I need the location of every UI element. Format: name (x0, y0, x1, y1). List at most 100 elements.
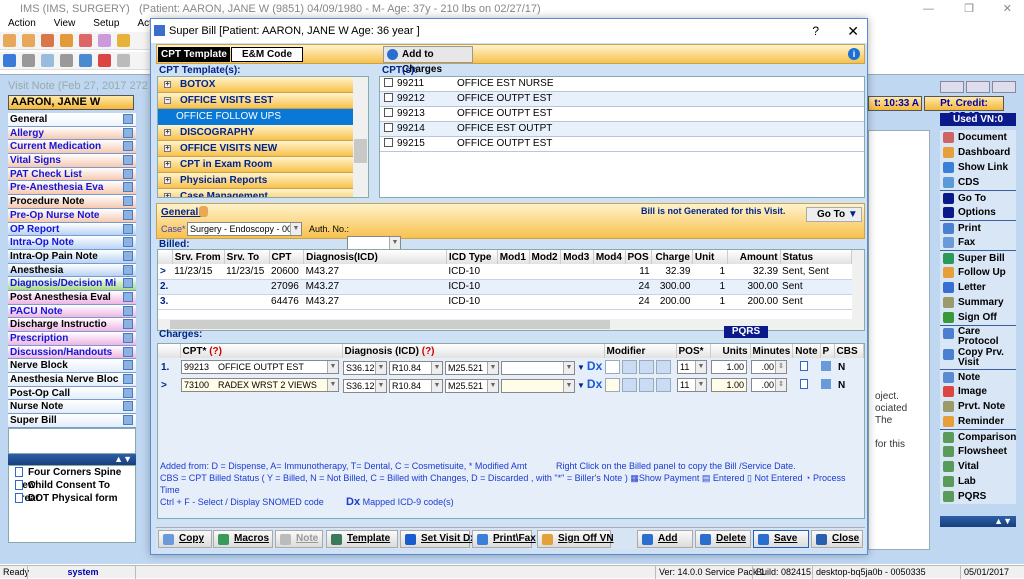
action-cds[interactable]: CDS (940, 175, 1016, 190)
nav-scroll-arrows[interactable]: ▲▼ (8, 453, 136, 465)
cpt-checkbox[interactable] (384, 108, 393, 117)
section-item[interactable]: Current Medication (8, 140, 136, 155)
goto-button[interactable]: Go To ▼ (806, 207, 862, 222)
section-item[interactable]: Diagnosis/Decision Mi (8, 277, 136, 291)
minutes-stepper[interactable]: .00 ⇕ (751, 378, 787, 392)
edit-section-icon[interactable] (123, 168, 133, 179)
patient-icon[interactable] (3, 34, 16, 47)
add-button[interactable]: Add (637, 530, 693, 548)
delete-button[interactable]: Delete (695, 530, 751, 548)
action-document[interactable]: Document (940, 130, 1016, 145)
expand-icon[interactable]: + (164, 129, 171, 136)
cpt-item[interactable]: 99215 OFFICE OUTPT EST (380, 137, 864, 152)
menu-view[interactable]: View (54, 18, 76, 29)
copy-button[interactable]: Copy (158, 530, 212, 548)
edit-section-icon[interactable] (123, 319, 133, 330)
section-item[interactable]: Procedure Note (8, 195, 136, 209)
edit-section-icon[interactable] (123, 114, 133, 124)
form-item[interactable]: DOT Physical form (9, 492, 135, 505)
diagnosis-select[interactable]: M25.521 ▼ (445, 360, 499, 375)
edit-note-icon[interactable] (41, 54, 54, 67)
payment-icon[interactable] (821, 378, 832, 389)
section-item[interactable]: Nurse Note (8, 400, 136, 415)
spinner-icon[interactable]: ⇕ (775, 361, 786, 373)
nav-scroll-arrows[interactable]: ▲▼ (940, 516, 1016, 527)
note-document-icon[interactable] (799, 360, 808, 371)
set-visit-dx-button[interactable]: Set Visit Dx (400, 530, 476, 548)
cpt-checkbox[interactable] (384, 93, 393, 102)
diagnosis-select[interactable]: R10.84 ▼ (389, 360, 443, 375)
cpt-item[interactable]: 99212 OFFICE OUTPT EST (380, 92, 864, 107)
action-sign-off[interactable]: Sign Off (940, 310, 1016, 325)
vertical-scrollbar[interactable] (852, 250, 864, 320)
section-item[interactable]: Discussion/Handouts (8, 345, 136, 360)
section-item[interactable]: Pre-Op Nurse Note (8, 208, 136, 223)
note-text-area[interactable]: oject. ociated The for this (868, 130, 930, 550)
edit-section-icon[interactable] (123, 223, 133, 234)
cpt-checkbox[interactable] (384, 138, 393, 147)
diagnosis-select[interactable]: S36.122S ▼ (343, 360, 387, 375)
heart-icon[interactable] (98, 54, 111, 67)
units-input[interactable]: 1.00 (711, 360, 747, 374)
action-show-link[interactable]: Show Link (940, 160, 1016, 175)
user-check-icon[interactable] (41, 34, 54, 47)
template-item[interactable]: − OFFICE VISITS EST (158, 93, 368, 109)
triangle-down-icon[interactable]: ▼ (577, 363, 585, 372)
form-item[interactable]: Child Consent To Treat (9, 479, 135, 504)
billed-col-header[interactable]: Amount (727, 250, 781, 264)
add-to-charges-button[interactable]: Add to Charges (383, 46, 473, 75)
folder-icon[interactable] (60, 34, 73, 47)
remove-icon[interactable] (60, 54, 73, 67)
section-item[interactable]: Post Anesthesia Eval (8, 290, 136, 305)
printer-icon[interactable] (79, 54, 92, 67)
edit-section-icon[interactable] (123, 264, 133, 275)
edit-section-icon[interactable] (123, 360, 133, 371)
print-fax-button[interactable]: Print\Fax (472, 530, 536, 548)
diagnosis-select[interactable]: ▼ (501, 378, 575, 393)
action-options[interactable]: Options (940, 205, 1016, 220)
billed-row[interactable]: 2. 27096 M43.27 ICD-10 24 300.00 1 300.00 Sent (158, 279, 852, 295)
open-icon[interactable] (3, 54, 16, 67)
cpt-checkbox[interactable] (384, 123, 393, 132)
section-item[interactable]: Super Bill (8, 414, 136, 428)
section-item[interactable]: Post-Op Call (8, 386, 136, 401)
billed-col-header[interactable]: POS (625, 250, 653, 264)
section-item[interactable]: Intra-Op Note (8, 236, 136, 250)
billed-col-header[interactable]: Srv. From (172, 250, 225, 264)
cpt-select[interactable]: 73100 RADEX WRST 2 VIEWS ▼ (181, 378, 339, 392)
maximize-icon[interactable] (966, 81, 990, 93)
payment-icon[interactable] (821, 360, 832, 371)
modifier-input[interactable] (605, 378, 620, 392)
modifier-input[interactable] (605, 360, 620, 374)
cpt-item[interactable]: 99211 OFFICE EST NURSE (380, 77, 864, 92)
cpt-item[interactable]: 99214 OFFICE EST OUTPT (380, 122, 864, 137)
action-print[interactable]: Print (940, 220, 1016, 235)
action-fax[interactable]: Fax (940, 235, 1016, 250)
edit-section-icon[interactable] (123, 250, 133, 261)
modifier-input[interactable] (639, 378, 654, 392)
edit-section-icon[interactable] (123, 141, 133, 152)
expand-icon[interactable]: + (164, 161, 171, 168)
minimize-icon[interactable] (940, 81, 964, 93)
case-select[interactable]: Surgery - Endoscopy - 0001 ▼ (187, 222, 302, 236)
section-item[interactable]: Anesthesia Nerve Bloc (8, 373, 136, 387)
edit-section-icon[interactable] (123, 401, 133, 412)
action-lab[interactable]: Lab (940, 474, 1016, 489)
macros-button[interactable]: Macros (213, 530, 273, 548)
edit-section-icon[interactable] (123, 333, 133, 343)
action-letter[interactable]: Letter (940, 280, 1016, 295)
billed-col-header[interactable]: Mod1 (497, 250, 530, 264)
diagnosis-select[interactable]: M25.521 ▼ (445, 378, 499, 393)
edit-section-icon[interactable] (123, 182, 133, 193)
report-icon[interactable] (98, 34, 111, 47)
template-scrollbar[interactable] (353, 77, 368, 197)
action-go-to[interactable]: Go To (940, 190, 1016, 205)
tab-em-code[interactable]: E&M Code (231, 47, 303, 62)
first-icon[interactable] (117, 54, 130, 67)
action-dashboard[interactable]: Dashboard (940, 145, 1016, 160)
section-item[interactable]: Nerve Block (8, 359, 136, 374)
action-image[interactable]: Image (940, 384, 1016, 399)
action-comparison[interactable]: Comparison (940, 429, 1016, 444)
edit-section-icon[interactable] (123, 278, 133, 289)
sign-off-vn-button[interactable]: Sign Off VN (537, 530, 614, 548)
